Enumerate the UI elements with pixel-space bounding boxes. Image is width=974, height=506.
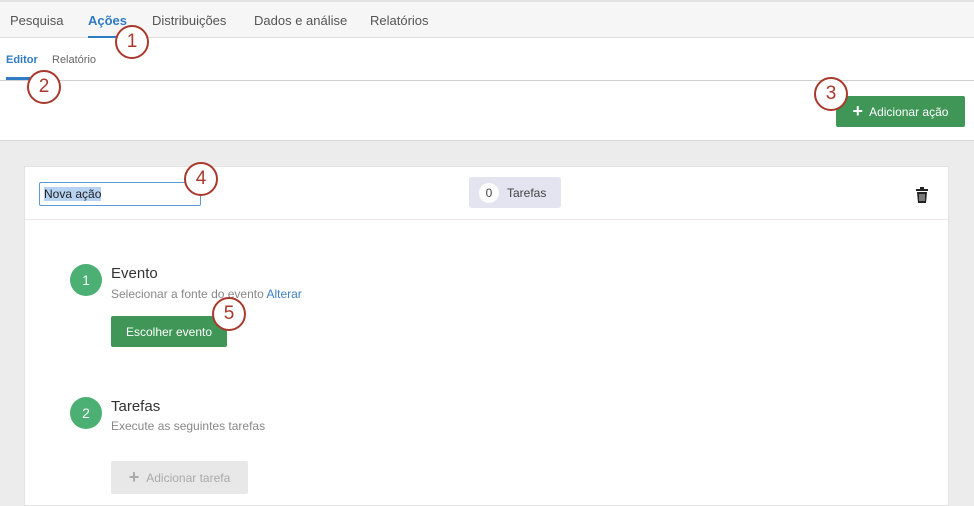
add-action-button[interactable]: + Adicionar ação xyxy=(836,96,965,127)
trash-icon[interactable] xyxy=(915,187,929,203)
callout-2: 2 xyxy=(27,70,61,104)
callout-5: 5 xyxy=(212,297,246,331)
tasks-label: Tarefas xyxy=(507,185,547,200)
step-description-evento: Selecionar a fonte do evento Alterar xyxy=(111,287,302,301)
plus-icon: + xyxy=(852,101,864,121)
callout-1: 1 xyxy=(115,25,149,59)
action-card: Nova ação 0 Tarefas 1 Evento Selecionar … xyxy=(24,166,949,506)
tasks-count: 0 xyxy=(479,182,499,203)
step-title-tarefas: Tarefas xyxy=(111,398,161,415)
step-number-2: 2 xyxy=(70,397,102,429)
tasks-counter[interactable]: 0 Tarefas xyxy=(469,177,561,208)
step-description-tarefas: Execute as seguintes tarefas xyxy=(111,419,266,433)
tab-relatorios[interactable]: Relatórios xyxy=(370,13,429,28)
event-source-text: Selecionar a fonte do evento xyxy=(111,287,264,301)
step-number-1: 1 xyxy=(70,264,102,296)
subtab-relatorio[interactable]: Relatório xyxy=(52,54,96,66)
step-title-evento: Evento xyxy=(111,265,158,282)
action-card-header: Nova ação 0 Tarefas xyxy=(25,167,948,220)
add-task-label: Adicionar tarefa xyxy=(146,470,231,485)
action-name-input[interactable]: Nova ação xyxy=(39,182,201,206)
choose-event-button[interactable]: Escolher evento xyxy=(111,316,227,347)
tab-pesquisa[interactable]: Pesquisa xyxy=(10,13,63,28)
change-link[interactable]: Alterar xyxy=(266,287,301,301)
plus-icon: + xyxy=(128,467,140,487)
tab-dados-e-analise[interactable]: Dados e análise xyxy=(254,13,347,28)
add-action-label: Adicionar ação xyxy=(869,104,949,119)
subtab-editor[interactable]: Editor xyxy=(6,54,38,66)
tab-acoes[interactable]: Ações xyxy=(88,13,127,28)
tab-distribuicoes[interactable]: Distribuições xyxy=(152,13,226,28)
callout-4: 4 xyxy=(184,162,218,196)
active-subtab-indicator xyxy=(6,77,30,80)
add-task-button[interactable]: + Adicionar tarefa xyxy=(111,461,248,494)
action-name-value: Nova ação xyxy=(44,187,102,201)
callout-3: 3 xyxy=(814,77,848,111)
